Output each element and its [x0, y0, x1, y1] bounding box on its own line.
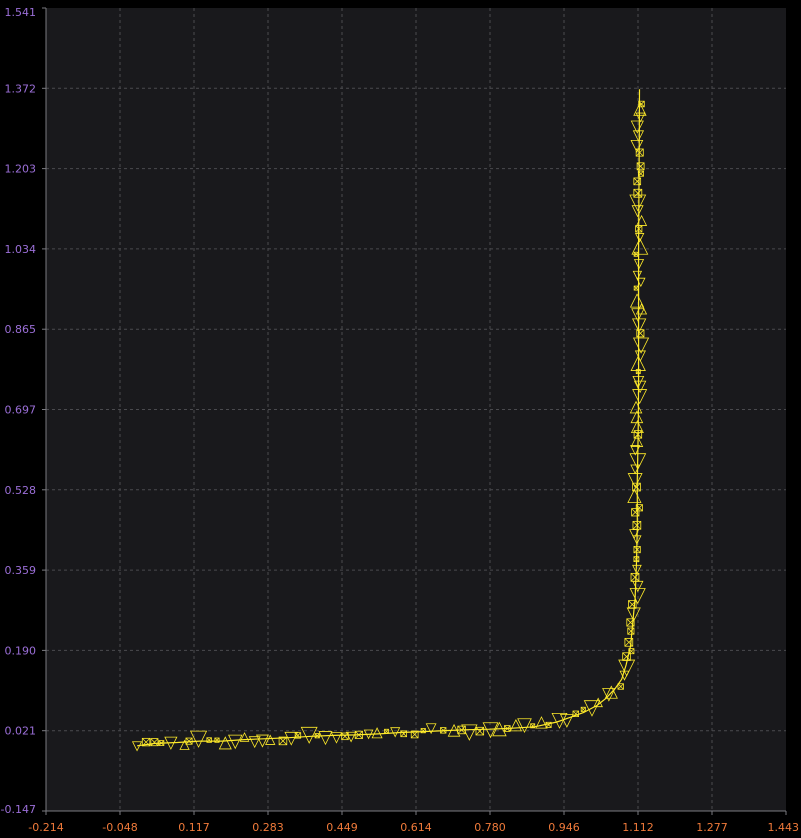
- x-tick-label: 0.283: [252, 821, 284, 834]
- y-tick-label: 0.021: [5, 725, 37, 738]
- y-tick-label: 0.528: [5, 484, 37, 497]
- x-tick-label: 1.277: [696, 821, 728, 834]
- y-tick-label: 0.190: [5, 644, 37, 657]
- y-tick-label: 1.034: [5, 243, 37, 256]
- y-tick-label: 1.541: [5, 6, 37, 19]
- y-tick-label: 1.372: [5, 82, 37, 95]
- x-tick-label: 0.117: [178, 821, 210, 834]
- y-tick-label: 0.697: [5, 404, 37, 417]
- y-tick-label: -0.147: [1, 803, 36, 816]
- x-tick-label: 1.112: [622, 821, 654, 834]
- x-tick-label: -0.214: [28, 821, 63, 834]
- x-tick-label: 0.946: [548, 821, 580, 834]
- x-tick-label: -0.048: [102, 821, 137, 834]
- x-tick-label: 1.443: [768, 821, 800, 834]
- chart: -0.214 -0.048 0.117 0.283 0.449 0.614 0.780 0.9…: [1, 6, 800, 834]
- x-tick-label: 0.614: [400, 821, 432, 834]
- y-tick-label: 0.359: [5, 564, 37, 577]
- x-tick-label: 0.780: [474, 821, 506, 834]
- y-tick-label: 0.865: [5, 323, 37, 336]
- y-tick-label: 1.203: [5, 163, 37, 176]
- x-tick-label: 0.449: [326, 821, 358, 834]
